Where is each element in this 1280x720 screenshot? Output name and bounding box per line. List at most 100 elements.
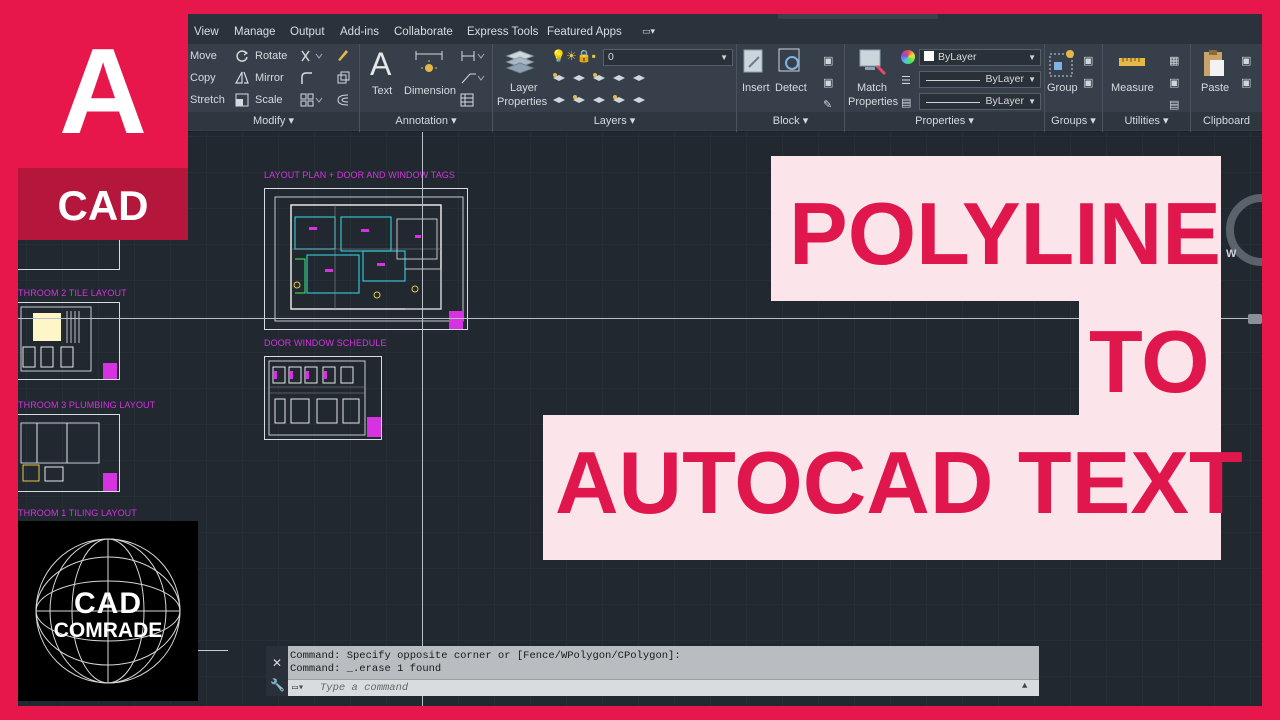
title-box-2: TO bbox=[1079, 300, 1221, 416]
tab-featured-apps[interactable]: Featured Apps bbox=[547, 26, 622, 38]
block-tools-icons[interactable]: ▣ ▣ ✎ bbox=[823, 50, 833, 116]
layer-tools-row1-icons[interactable] bbox=[551, 71, 661, 85]
erase-icon[interactable] bbox=[336, 48, 350, 62]
drawing-line-fragment bbox=[198, 650, 228, 651]
bathroom-3-label: THROOM 3 PLUMBING LAYOUT bbox=[18, 400, 156, 410]
color-dropdown[interactable]: ByLayer ▼ bbox=[919, 49, 1041, 66]
linetype-dropdown[interactable]: ByLayer ▼ bbox=[919, 71, 1041, 88]
door-window-sheet[interactable] bbox=[264, 356, 382, 440]
group-tools-icons[interactable]: ▣ ▣ bbox=[1083, 50, 1093, 94]
layer-properties-label-1[interactable]: Layer bbox=[510, 82, 538, 94]
scale-button[interactable]: Scale bbox=[255, 94, 283, 106]
clipboard-panel-title: Clipboard bbox=[1191, 112, 1262, 130]
scale-icon bbox=[235, 93, 249, 107]
chevron-up-icon[interactable]: ▲ bbox=[1022, 681, 1027, 691]
layers-panel-title[interactable]: Layers ▾ bbox=[493, 112, 736, 130]
layout-plan-sheet[interactable] bbox=[264, 188, 468, 330]
tab-collaborate[interactable]: Collaborate bbox=[394, 26, 453, 38]
color-wheel-icon bbox=[901, 50, 915, 64]
properties-panel-label: Properties bbox=[915, 115, 966, 127]
command-history-line-2: Command: _.erase 1 found bbox=[290, 663, 442, 675]
array-copy-icon[interactable] bbox=[336, 71, 350, 85]
text-icon: A bbox=[370, 46, 392, 82]
offset-icon[interactable] bbox=[336, 93, 350, 107]
autocad-logo: A CAD bbox=[18, 14, 188, 240]
trim-icon[interactable] bbox=[300, 49, 324, 63]
detect-button[interactable]: Detect bbox=[775, 82, 807, 94]
rotate-button[interactable]: Rotate bbox=[255, 50, 287, 62]
tab-output[interactable]: Output bbox=[290, 26, 325, 38]
block-panel-title[interactable]: Block ▾ bbox=[737, 112, 844, 130]
wrench-icon[interactable]: 🔧 bbox=[270, 678, 285, 692]
tab-view[interactable]: View bbox=[194, 26, 219, 38]
title-line-3: AUTOCAD TEXT bbox=[555, 433, 1243, 532]
chevron-down-icon: ▼ bbox=[1028, 97, 1036, 106]
ribbon-options-icon[interactable]: ▭▾ bbox=[642, 26, 664, 37]
insert-button[interactable]: Insert bbox=[742, 82, 770, 94]
ucs-menu-icon[interactable] bbox=[1248, 314, 1262, 324]
chevron-down-icon: ▼ bbox=[1028, 53, 1036, 62]
title-box-3: AUTOCAD TEXT bbox=[543, 415, 1243, 560]
mirror-icon bbox=[235, 71, 249, 84]
properties-panel: Match Properties ByLayer ▼ ☰ ByLayer ▼ ▤ B… bbox=[845, 44, 1045, 132]
lineweight-icon: ▤ bbox=[901, 97, 912, 109]
close-icon[interactable]: ✕ bbox=[272, 656, 282, 670]
modify-panel-label: Modify bbox=[253, 115, 286, 127]
layer-state-icons[interactable]: 💡☀🔒▪ bbox=[551, 49, 596, 63]
properties-panel-title[interactable]: Properties ▾ bbox=[845, 112, 1044, 130]
measure-icon bbox=[1119, 58, 1145, 66]
array-icon[interactable] bbox=[300, 93, 324, 107]
dimension-icon bbox=[415, 51, 443, 72]
fillet-icon[interactable] bbox=[300, 71, 324, 85]
command-prompt-icon[interactable]: ▭▾ bbox=[292, 682, 304, 694]
linetype-value: ByLayer bbox=[985, 73, 1024, 85]
mirror-button[interactable]: Mirror bbox=[255, 72, 284, 84]
logo-letter: A bbox=[58, 23, 148, 159]
utilities-panel: Measure ▦ ▣ ▤ Utilities ▾ bbox=[1103, 44, 1191, 132]
match-properties-label-1[interactable]: Match bbox=[857, 82, 887, 94]
tab-add-ins[interactable]: Add-ins bbox=[340, 26, 379, 38]
bathroom-1-label: THROOM 1 TILING LAYOUT bbox=[18, 508, 137, 518]
groups-panel-title[interactable]: Groups ▾ bbox=[1045, 112, 1102, 130]
copy-button[interactable]: Copy bbox=[190, 72, 216, 84]
viewcube-compass[interactable] bbox=[1218, 180, 1262, 300]
move-button[interactable]: Move bbox=[190, 50, 217, 62]
linear-dim-icon[interactable] bbox=[460, 49, 486, 63]
groups-panel: Group ▣ ▣ Groups ▾ bbox=[1045, 44, 1103, 132]
leader-icon[interactable] bbox=[460, 71, 486, 85]
text-button[interactable]: Text bbox=[372, 85, 392, 97]
clipboard-panel: Paste ▣ ▣ Clipboard bbox=[1191, 44, 1262, 132]
command-input[interactable]: ▭▾ Type a command ▲ bbox=[288, 679, 1039, 696]
layout-plan-label: LAYOUT PLAN + DOOR AND WINDOW TAGS bbox=[264, 170, 456, 180]
group-button[interactable]: Group bbox=[1047, 82, 1078, 94]
tab-manage[interactable]: Manage bbox=[234, 26, 276, 38]
layer-dropdown[interactable]: 0 ▼ bbox=[603, 49, 733, 66]
match-properties-label-2[interactable]: Properties bbox=[848, 96, 898, 108]
block-panel: Insert Detect ▣ ▣ ✎ Block ▾ bbox=[737, 44, 845, 132]
detect-icon bbox=[778, 48, 800, 72]
bathroom-2-sheet[interactable] bbox=[18, 302, 120, 380]
tab-express-tools[interactable]: Express Tools bbox=[467, 26, 538, 38]
title-line-2: TO bbox=[1089, 312, 1210, 411]
layer-tools-row2-icons[interactable] bbox=[551, 93, 661, 107]
command-line-side: ✕ 🔧 bbox=[266, 646, 288, 696]
paste-icon bbox=[1204, 50, 1224, 76]
layers-panel: Layer Properties 💡☀🔒▪ 0 ▼ Layers ▾ bbox=[493, 44, 737, 132]
paste-button[interactable]: Paste bbox=[1201, 82, 1229, 94]
table-icon[interactable] bbox=[460, 93, 474, 107]
utilities-panel-title[interactable]: Utilities ▾ bbox=[1103, 112, 1190, 130]
bathroom-3-sheet[interactable] bbox=[18, 414, 120, 492]
measure-button[interactable]: Measure bbox=[1111, 82, 1154, 94]
layer-properties-label-2[interactable]: Properties bbox=[497, 96, 547, 108]
annotation-panel-title[interactable]: Annotation ▾ bbox=[360, 112, 492, 130]
modify-panel-title[interactable]: Modify ▾ bbox=[188, 112, 359, 130]
clipboard-tools-icons[interactable]: ▣ ▣ bbox=[1241, 50, 1251, 94]
stretch-button[interactable]: Stretch bbox=[190, 94, 225, 106]
dimension-button[interactable]: Dimension bbox=[404, 85, 456, 97]
bathroom-2-drawing bbox=[20, 306, 117, 379]
match-properties-icon bbox=[859, 49, 887, 76]
command-history-line-1: Command: Specify opposite corner or [Fen… bbox=[290, 650, 681, 662]
group-icon bbox=[1049, 50, 1074, 77]
lineweight-dropdown[interactable]: ByLayer ▼ bbox=[919, 93, 1041, 110]
utility-tools-icons[interactable]: ▦ ▣ ▤ bbox=[1169, 50, 1179, 116]
